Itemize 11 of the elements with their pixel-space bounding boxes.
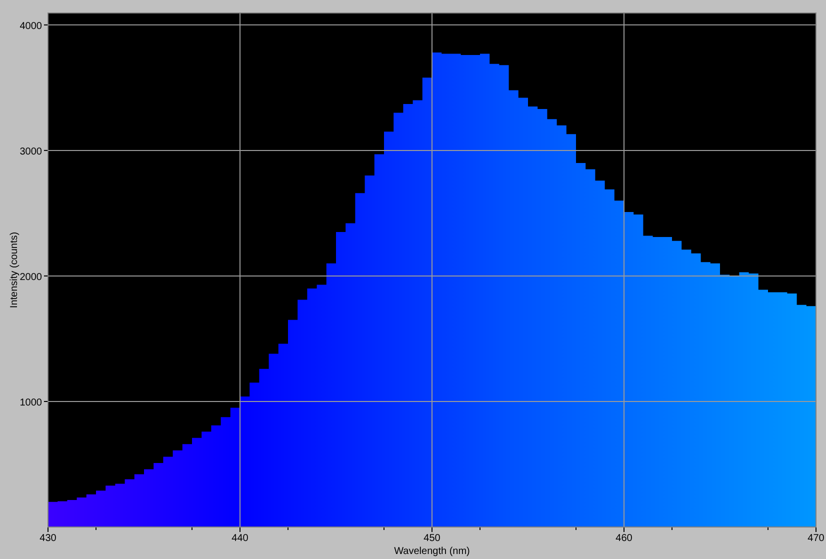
axis-tick-label: 470 bbox=[808, 533, 824, 544]
axis-title: Intensity (counts) bbox=[9, 232, 20, 308]
axis-tick-label: 450 bbox=[424, 533, 440, 544]
axis-tick-label: 460 bbox=[616, 533, 632, 544]
axis-tick-label: 1000 bbox=[20, 397, 42, 408]
axis-tick-label: 430 bbox=[40, 533, 56, 544]
axis-tick-label: 2000 bbox=[20, 272, 42, 283]
axis-title: Wavelength (nm) bbox=[394, 546, 470, 557]
axis-tick-label: 440 bbox=[232, 533, 248, 544]
axis-tick-label: 3000 bbox=[20, 146, 42, 158]
axis-tick-label: 4000 bbox=[20, 20, 42, 32]
